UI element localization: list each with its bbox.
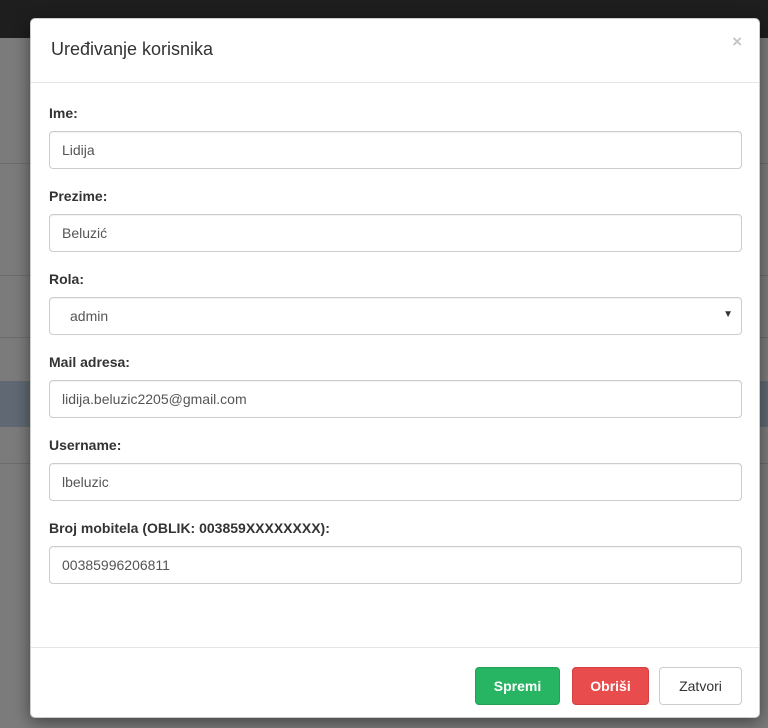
- first-name-group: Ime:: [49, 105, 742, 169]
- phone-label: Broj mobitela (OBLIK: 003859XXXXXXXX):: [49, 520, 330, 536]
- role-select-wrapper: admin ▼: [49, 297, 742, 335]
- email-group: Mail adresa:: [49, 354, 742, 418]
- first-name-input[interactable]: [49, 131, 742, 169]
- role-select[interactable]: admin: [49, 297, 742, 335]
- modal-title: Uređivanje korisnika: [51, 39, 214, 59]
- modal-header: Uređivanje korisnika ×: [31, 19, 759, 83]
- phone-input[interactable]: [49, 546, 742, 584]
- modal-footer: Spremi Obriši Zatvori: [31, 647, 759, 717]
- first-name-label: Ime:: [49, 105, 78, 121]
- last-name-group: Prezime:: [49, 188, 742, 252]
- username-label: Username:: [49, 437, 122, 453]
- phone-group: Broj mobitela (OBLIK: 003859XXXXXXXX):: [49, 520, 742, 584]
- edit-user-modal: Uređivanje korisnika × Ime: Prezime: Rol…: [30, 18, 760, 718]
- role-group: Rola: admin ▼: [49, 271, 742, 335]
- role-label: Rola:: [49, 271, 84, 287]
- save-button[interactable]: Spremi: [475, 667, 560, 705]
- email-input[interactable]: [49, 380, 742, 418]
- username-group: Username:: [49, 437, 742, 501]
- email-label: Mail adresa:: [49, 354, 130, 370]
- username-input[interactable]: [49, 463, 742, 501]
- close-icon[interactable]: ×: [732, 33, 742, 50]
- last-name-input[interactable]: [49, 214, 742, 252]
- modal-body: Ime: Prezime: Rola: admin ▼ Mail adresa:…: [31, 83, 759, 584]
- close-button[interactable]: Zatvori: [659, 667, 742, 705]
- last-name-label: Prezime:: [49, 188, 108, 204]
- dropdown-arrow-icon: ▼: [723, 309, 733, 320]
- delete-button[interactable]: Obriši: [572, 667, 649, 705]
